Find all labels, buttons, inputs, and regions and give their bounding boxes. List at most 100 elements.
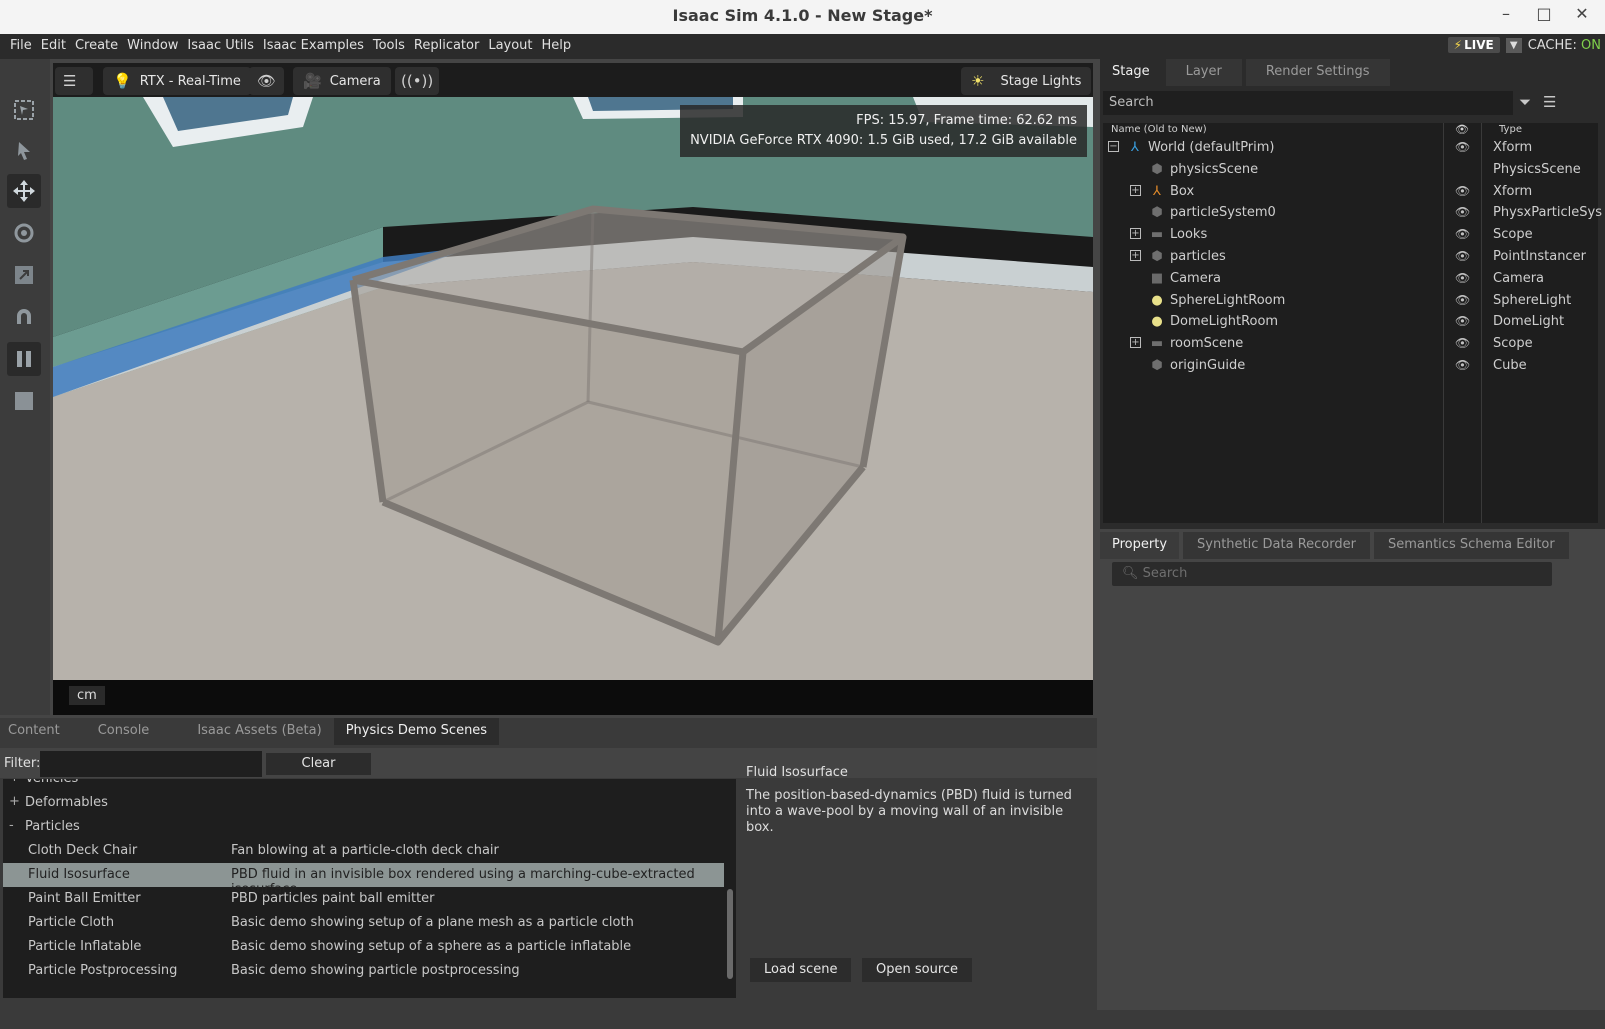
maximize-button[interactable]: □ (1532, 4, 1556, 23)
demo-list-scrollbar[interactable] (727, 889, 733, 979)
demo-group-label: Vehicles (25, 779, 78, 786)
demo-item[interactable]: Particle Cloth Basic demo showing setup o… (3, 911, 724, 935)
tab-physics-demo-scenes[interactable]: Physics Demo Scenes (333, 718, 500, 745)
stage-search-input[interactable]: Search (1103, 91, 1513, 115)
tree-row[interactable]: ● SphereLightRoom 👁 SphereLight (1103, 290, 1598, 312)
expand-icon[interactable]: + (9, 794, 20, 809)
demo-item[interactable]: Particle Postprocessing Basic demo showin… (3, 959, 724, 983)
tree-row[interactable]: + ▬ roomScene 👁 Scope (1103, 333, 1598, 355)
detail-description: The position-based-dynamics (PBD) fluid … (746, 788, 1072, 835)
menu-item-layout[interactable]: Layout (488, 38, 532, 53)
tree-row[interactable]: ● DomeLightRoom 👁 DomeLight (1103, 311, 1598, 333)
filter-icon[interactable]: ⏷ (1519, 93, 1531, 111)
tree-item-name: Camera (1170, 270, 1222, 286)
filter-input[interactable] (40, 751, 262, 777)
demo-group[interactable]: + Deformables (3, 791, 724, 815)
gpu-readout: NVIDIA GeForce RTX 4090: 1.5 GiB used, 1… (690, 133, 1077, 148)
expand-icon[interactable]: + (1130, 184, 1141, 196)
property-search-input[interactable]: 🔍︎ Search (1112, 562, 1552, 586)
tab-console[interactable]: Console (89, 718, 158, 745)
visibility-eye-icon[interactable]: 👁 (1455, 205, 1470, 219)
broadcast-icon: ((•)) (401, 72, 434, 90)
visibility-eye-icon[interactable]: 👁 (1455, 336, 1470, 350)
menu-item-replicator[interactable]: Replicator (414, 38, 479, 53)
column-type-header[interactable]: Type (1499, 124, 1522, 135)
snap-icon[interactable] (7, 300, 41, 334)
visibility-eye-icon[interactable]: 👁 (1455, 293, 1470, 307)
camera-label: Camera (329, 73, 381, 89)
scale-icon[interactable] (7, 258, 41, 292)
open-source-button[interactable]: Open source (862, 958, 973, 982)
broadcast-button[interactable]: ((•)) (395, 67, 440, 95)
collapse-icon[interactable]: - (9, 818, 14, 833)
tree-row[interactable]: ⬢ particleSystem0 👁 PhysxParticleSys (1103, 202, 1602, 224)
stage-lights-button[interactable]: ☀ Stage Lights (961, 67, 1092, 95)
select-mode-icon[interactable] (7, 93, 41, 127)
tree-row[interactable]: ⬢ physicsScene PhysicsScene (1103, 159, 1598, 181)
load-scene-button[interactable]: Load scene (750, 958, 852, 982)
demo-item[interactable]: Cloth Deck Chair Fan blowing at a particl… (3, 839, 724, 863)
expand-icon[interactable]: + (9, 779, 20, 785)
minimize-button[interactable]: – (1494, 4, 1518, 23)
stop-icon[interactable] (7, 384, 41, 418)
visibility-eye-icon[interactable]: 👁 (1455, 227, 1470, 241)
menu-item-edit[interactable]: Edit (41, 38, 66, 53)
tab-semantics-schema-editor[interactable]: Semantics Schema Editor (1373, 532, 1569, 559)
pause-icon[interactable] (7, 342, 41, 376)
live-button[interactable]: ⚡ LIVE (1447, 37, 1500, 53)
tree-row[interactable]: + ⅄ Box 👁 Xform (1103, 181, 1598, 203)
visibility-eye-icon[interactable]: 👁 (1455, 249, 1470, 263)
tab-isaac-assets[interactable]: Isaac Assets (Beta) (185, 718, 334, 745)
menu-item-create[interactable]: Create (75, 38, 118, 53)
demo-item[interactable]: Paint Ball Emitter PBD particles paint ba… (3, 887, 724, 911)
expand-icon[interactable]: + (1130, 250, 1141, 261)
display-options-button[interactable]: 👁 (249, 67, 285, 95)
demo-group[interactable]: - Particles (3, 815, 724, 839)
viewport[interactable]: ☰ 💡 RTX - Real-Time 👁 🎥 Camera ((•)) ☀ Stag… (53, 63, 1093, 715)
menu-item-tools[interactable]: Tools (373, 38, 405, 53)
tab-layer[interactable]: Layer (1165, 59, 1242, 86)
tab-render-settings[interactable]: Render Settings (1245, 59, 1390, 86)
tree-row[interactable]: ■ Camera 👁 Camera (1103, 268, 1598, 290)
tree-row[interactable]: + ▬ Looks 👁 Scope (1103, 224, 1598, 246)
tree-row[interactable]: ⬢ originGuide 👁 Cube (1103, 355, 1598, 377)
close-button[interactable]: ✕ (1570, 4, 1594, 23)
demo-group[interactable]: + Vehicles (3, 779, 724, 791)
expand-icon[interactable]: + (1130, 337, 1141, 349)
tab-property[interactable]: Property (1100, 532, 1180, 559)
expand-icon[interactable]: + (1130, 228, 1141, 240)
visibility-eye-icon[interactable]: 👁 (1455, 184, 1470, 198)
select-arrow-icon[interactable] (7, 134, 41, 168)
renderer-button[interactable]: 💡 RTX - Real-Time (103, 67, 251, 95)
demo-item[interactable]: Fluid Isosurface PBD fluid in an invisibl… (3, 863, 724, 897)
filter-label: Filter: (4, 756, 41, 771)
collapse-icon[interactable]: − (1108, 141, 1119, 152)
visibility-eye-icon[interactable]: 👁 (1455, 140, 1470, 154)
tree-row[interactable]: + ⬢ particles 👁 PointInstancer (1103, 246, 1598, 268)
prim-icon: ⬢ (1151, 205, 1163, 221)
column-name-header[interactable]: Name (Old to New) (1111, 124, 1207, 135)
move-icon[interactable] (7, 174, 41, 208)
tab-content[interactable]: Content (0, 718, 68, 745)
visibility-eye-icon[interactable]: 👁 (1455, 314, 1470, 328)
viewport-settings-button[interactable]: ☰ (55, 67, 93, 95)
tab-synthetic-data-recorder[interactable]: Synthetic Data Recorder (1183, 532, 1370, 559)
demo-item[interactable]: Particle Inflatable Basic demo showing se… (3, 935, 724, 959)
visibility-eye-icon[interactable]: 👁 (1455, 271, 1470, 285)
visibility-eye-icon[interactable]: 👁 (1455, 358, 1470, 372)
tree-row[interactable]: − ⅄ World (defaultPrim) 👁 Xform (1103, 137, 1598, 159)
left-toolbar (0, 59, 50, 715)
live-dropdown-button[interactable]: ▼ (1505, 37, 1522, 53)
menu-item-help[interactable]: Help (542, 38, 572, 53)
menu-icon[interactable]: ☰ (1543, 93, 1556, 111)
menu-item-window[interactable]: Window (127, 38, 178, 53)
menu-item-isaac-examples[interactable]: Isaac Examples (263, 38, 364, 53)
menu-item-isaac-utils[interactable]: Isaac Utils (187, 38, 253, 53)
tab-stage[interactable]: Stage (1100, 59, 1162, 86)
menu-item-file[interactable]: File (10, 38, 32, 53)
rotate-icon[interactable] (7, 216, 41, 250)
stage-tree: Name (Old to New) 👁 Type − ⅄ World (defaul… (1103, 123, 1602, 523)
clear-button[interactable]: Clear (266, 753, 371, 775)
camera-button[interactable]: 🎥 Camera (293, 67, 391, 95)
scene-render[interactable] (53, 97, 1093, 680)
